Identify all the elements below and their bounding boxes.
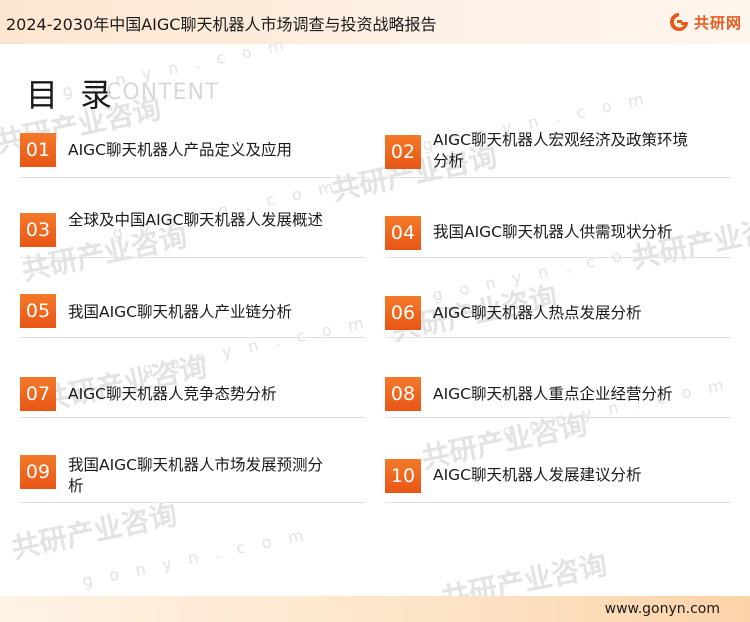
divider (20, 257, 366, 258)
divider (385, 417, 731, 418)
item-label: 全球及中国AIGC聊天机器人发展概述 (68, 211, 324, 229)
divider (20, 417, 366, 418)
item-number-badge: 05 (20, 294, 56, 328)
logo-text: 共研网 (693, 13, 742, 32)
item-number-badge: 10 (385, 459, 421, 493)
toc-item-02[interactable]: 02 AIGC聊天机器人宏观经济及政策环境分析 (385, 130, 731, 178)
toc-item-03[interactable]: 03 全球及中国AIGC聊天机器人发展概述 (20, 210, 366, 258)
footer-bar: www.gonyn.com (0, 596, 750, 622)
item-label: AIGC聊天机器人产品定义及应用 (68, 141, 293, 159)
item-number-badge: 01 (20, 133, 56, 167)
divider (385, 502, 731, 503)
item-number-badge: 04 (385, 216, 421, 250)
item-number-badge: 08 (385, 377, 421, 411)
header-bar: 2024-2030年中国AIGC聊天机器人市场调查与投资战略报告 共研网 (0, 0, 750, 44)
item-label: AIGC聊天机器人宏观经济及政策环境分析 (433, 131, 689, 170)
toc-item-07[interactable]: 07 AIGC聊天机器人竞争态势分析 (20, 370, 366, 418)
toc-title: 目 录 (26, 76, 119, 114)
divider (20, 502, 366, 503)
item-number-badge: 03 (20, 213, 56, 247)
watermark-domain: g o n y n . c o m (80, 524, 312, 591)
toc-item-01[interactable]: 01 AIGC聊天机器人产品定义及应用 (20, 130, 366, 178)
item-label: 我国AIGC聊天机器人产业链分析 (68, 303, 293, 321)
item-label: AIGC聊天机器人热点发展分析 (433, 304, 642, 322)
item-label: 我国AIGC聊天机器人供需现状分析 (433, 223, 673, 241)
brand-logo[interactable]: 共研网 (668, 9, 742, 35)
report-title: 2024-2030年中国AIGC聊天机器人市场调查与投资战略报告 (6, 15, 437, 34)
divider (20, 177, 366, 178)
item-label: 我国AIGC聊天机器人市场发展预测分析 (68, 456, 324, 495)
item-number-badge: 02 (385, 135, 421, 169)
item-number-badge: 09 (20, 455, 56, 489)
toc-item-10[interactable]: 10 AIGC聊天机器人发展建议分析 (385, 455, 731, 503)
item-number-badge: 06 (385, 296, 421, 330)
toc-item-06[interactable]: 06 AIGC聊天机器人热点发展分析 (385, 290, 731, 338)
website-link[interactable]: www.gonyn.com (605, 601, 720, 617)
watermark: 共研产业咨询 (8, 497, 180, 566)
item-label: AIGC聊天机器人发展建议分析 (433, 466, 642, 484)
divider (385, 257, 731, 258)
item-label: AIGC聊天机器人重点企业经营分析 (433, 385, 673, 403)
toc-item-08[interactable]: 08 AIGC聊天机器人重点企业经营分析 (385, 370, 731, 418)
logo-icon (669, 13, 688, 31)
divider (20, 337, 366, 338)
toc-title-en: CONTENT (106, 80, 220, 105)
toc-item-09[interactable]: 09 我国AIGC聊天机器人市场发展预测分析 (20, 455, 366, 503)
toc-item-05[interactable]: 05 我国AIGC聊天机器人产业链分析 (20, 290, 366, 338)
item-label: AIGC聊天机器人竞争态势分析 (68, 385, 277, 403)
item-number-badge: 07 (20, 377, 56, 411)
divider (385, 177, 731, 178)
toc-item-04[interactable]: 04 我国AIGC聊天机器人供需现状分析 (385, 210, 731, 258)
divider (385, 337, 731, 338)
